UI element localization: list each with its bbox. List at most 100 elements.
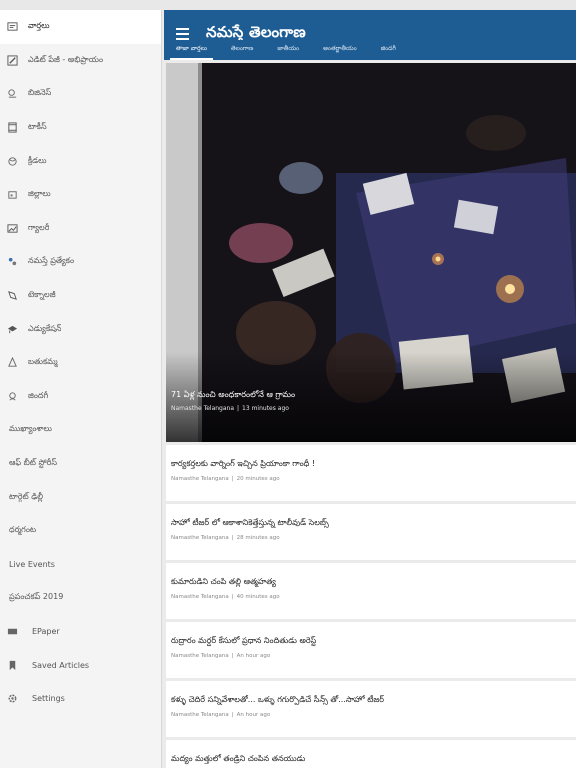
tab-international[interactable]: అంతర్జాతీయం <box>311 45 369 60</box>
article-card[interactable]: రుద్రారం మర్డర్ కేసులో ప్రధాన నిందితుడు … <box>166 622 576 678</box>
drawer-item-business[interactable]: బిజినెస్ <box>0 77 161 111</box>
meta-separator: | <box>231 476 234 482</box>
drawer-item-label: ఎడిట్ పేజీ - అభిప్రాయం <box>28 54 103 64</box>
drawer-item-label: EPaper <box>32 626 60 636</box>
technology-icon <box>6 290 18 302</box>
article-source: Namasthe Telangana <box>171 535 229 541</box>
article-meta: Namasthe Telangana | An hour ago <box>171 712 270 718</box>
article-source: Namasthe Telangana <box>171 653 229 659</box>
drawer-item-sports[interactable]: క్రీడలు <box>0 144 161 178</box>
edit-icon <box>6 54 18 66</box>
drawer-item-technology[interactable]: టెక్నాలజీ <box>0 279 161 313</box>
drawer-item-highlights[interactable]: ముఖ్యాంశాలు <box>0 413 161 447</box>
drawer-item-talkies[interactable]: టాకీస్ <box>0 111 161 145</box>
article-card[interactable]: కార్యకర్తలకు వార్నింగ్ ఇచ్చిన ప్రియాంకా … <box>166 445 576 501</box>
article-title: రుద్రారం మర్డర్ కేసులో ప్రధాన నిందితుడు … <box>171 636 317 645</box>
article-title: మద్యం మత్తులో తండ్రిని చంపిన తనయుడు <box>171 754 306 763</box>
special-icon <box>6 256 18 268</box>
drawer-item-label: గ్యాలరీ <box>28 222 50 232</box>
drawer-item-bathukamma[interactable]: బతుకమ్మ <box>0 346 161 380</box>
film-icon <box>6 122 18 134</box>
tab-telangana[interactable]: తెలంగాణ <box>219 45 265 60</box>
drawer-item-label: టాకీస్ <box>28 122 47 132</box>
drawer-item-offbeat[interactable]: ఆఫ్ బీట్ స్టోరీస్ <box>0 447 161 481</box>
meta-separator: | <box>231 594 234 600</box>
article-card[interactable]: సాహో టీజర్ లో ఆకాశానికెత్తేస్తున్న టాలీవ… <box>166 504 576 560</box>
drawer-item-label: నమస్తే ప్రత్యేకం <box>28 256 75 266</box>
navigation-drawer: వార్తలు ఎడిట్ పేజీ - అభిప్రాయం బిజినెస్ … <box>0 10 162 768</box>
drawer-item-target-delhi[interactable]: టార్గెట్ ఢిల్లీ <box>0 480 161 514</box>
article-time: 20 minutes ago <box>236 476 280 482</box>
drawer-item-epaper[interactable]: EPaper <box>0 615 161 649</box>
drawer-item-label: ముఖ్యాంశాలు <box>9 424 52 434</box>
hero-article[interactable]: 71 ఏళ్ల నుంచి అంధకారంలోనే ఆ గ్రామం Namas… <box>166 63 576 442</box>
hero-meta: Namasthe Telangana | 13 minutes ago <box>171 405 289 412</box>
drawer-item-settings[interactable]: Settings <box>0 682 161 716</box>
bookmark-icon <box>6 659 18 671</box>
drawer-item-zindagi[interactable]: జిందగీ <box>0 380 161 414</box>
drawer-item-label: ఆఫ్ బీట్ స్టోరీస్ <box>9 458 58 468</box>
drawer-item-label: ప్రపంచకప్ 2019 <box>9 592 64 602</box>
article-meta: Namasthe Telangana | 40 minutes ago <box>171 594 280 600</box>
gear-icon <box>6 693 18 705</box>
article-source: Namasthe Telangana <box>171 594 229 600</box>
drawer-item-education[interactable]: ఎడ్యుకేషన్ <box>0 312 161 346</box>
article-time: 40 minutes ago <box>236 594 280 600</box>
drawer-item-label: టెక్నాలజీ <box>28 290 56 300</box>
news-icon <box>6 21 18 33</box>
hero-headline: 71 ఏళ్ల నుంచి అంధకారంలోనే ఆ గ్రామం <box>171 390 296 399</box>
sports-icon <box>6 155 18 167</box>
drawer-item-gallery[interactable]: గ్యాలరీ <box>0 212 161 246</box>
article-card[interactable]: మద్యం మత్తులో తండ్రిని చంపిన తనయుడు <box>166 740 576 768</box>
drawer-item-label: ధర్మగంట <box>9 525 37 535</box>
article-source: Namasthe Telangana <box>171 712 229 718</box>
meta-separator: | <box>231 712 234 718</box>
business-icon <box>6 88 18 100</box>
drawer-item-live-events[interactable]: Live Events <box>0 548 161 582</box>
bathukamma-icon <box>6 357 18 369</box>
drawer-item-label: Settings <box>32 694 65 704</box>
drawer-item-world-cup[interactable]: ప్రపంచకప్ 2019 <box>0 581 161 615</box>
article-time: 28 minutes ago <box>236 535 280 541</box>
article-card[interactable]: కుమారుడిని చంపి తల్లి ఆత్మహత్య Namasthe … <box>166 563 576 619</box>
tab-national[interactable]: జాతీయం <box>265 45 311 60</box>
article-title: కార్యకర్తలకు వార్నింగ్ ఇచ్చిన ప్రియాంకా … <box>171 459 316 468</box>
article-meta: Namasthe Telangana | 20 minutes ago <box>171 476 280 482</box>
drawer-item-saved-articles[interactable]: Saved Articles <box>0 648 161 682</box>
meta-separator: | <box>237 405 240 412</box>
drawer-item-label: బిజినెస్ <box>28 88 52 98</box>
article-meta: Namasthe Telangana | 28 minutes ago <box>171 535 280 541</box>
zindagi-icon <box>6 390 18 402</box>
drawer-item-label: జిల్లాలు <box>28 189 51 199</box>
drawer-item-districts[interactable]: జిల్లాలు <box>0 178 161 212</box>
drawer-item-label: జిందగీ <box>28 390 49 400</box>
article-source: Namasthe Telangana <box>171 476 229 482</box>
hero-source: Namasthe Telangana <box>171 405 235 412</box>
epaper-icon <box>6 625 18 637</box>
education-icon <box>6 323 18 335</box>
drawer-item-special[interactable]: నమస్తే ప్రత్యేకం <box>0 245 161 279</box>
drawer-item-label: క్రీడలు <box>28 155 47 165</box>
article-time: An hour ago <box>236 712 271 718</box>
drawer-item-news[interactable]: వార్తలు <box>0 10 161 44</box>
drawer-item-dharmaganta[interactable]: ధర్మగంట <box>0 514 161 548</box>
article-title: కళ్ళు చెదిరే సన్నివేశాలతో... ఒళ్ళు గగుర్… <box>171 695 384 704</box>
drawer-item-label: బతుకమ్మ <box>28 357 58 367</box>
meta-separator: | <box>231 535 234 541</box>
drawer-item-label: Saved Articles <box>32 660 90 670</box>
article-title: సాహో టీజర్ లో ఆకాశానికెత్తేస్తున్న టాలీవ… <box>171 518 329 527</box>
article-meta: Namasthe Telangana | An hour ago <box>171 653 270 659</box>
news-feed: 71 ఏళ్ల నుంచి అంధకారంలోనే ఆ గ్రామం Namas… <box>164 60 576 768</box>
tab-zindagi[interactable]: జిందగీ <box>369 45 408 60</box>
districts-icon <box>6 189 18 201</box>
tab-latest-news[interactable]: తాజా వార్తలు <box>164 45 219 60</box>
article-card[interactable]: కళ్ళు చెదిరే సన్నివేశాలతో... ఒళ్ళు గగుర్… <box>166 681 576 737</box>
drawer-item-label: వార్తలు <box>28 21 50 31</box>
article-title: కుమారుడిని చంపి తల్లి ఆత్మహత్య <box>171 577 276 586</box>
drawer-item-label: ఎడ్యుకేషన్ <box>28 323 62 333</box>
drawer-item-label: Live Events <box>9 559 55 569</box>
article-time: An hour ago <box>236 653 271 659</box>
meta-separator: | <box>231 653 234 659</box>
gallery-icon <box>6 222 18 234</box>
drawer-item-edit-page[interactable]: ఎడిట్ పేజీ - అభిప్రాయం <box>0 44 161 78</box>
